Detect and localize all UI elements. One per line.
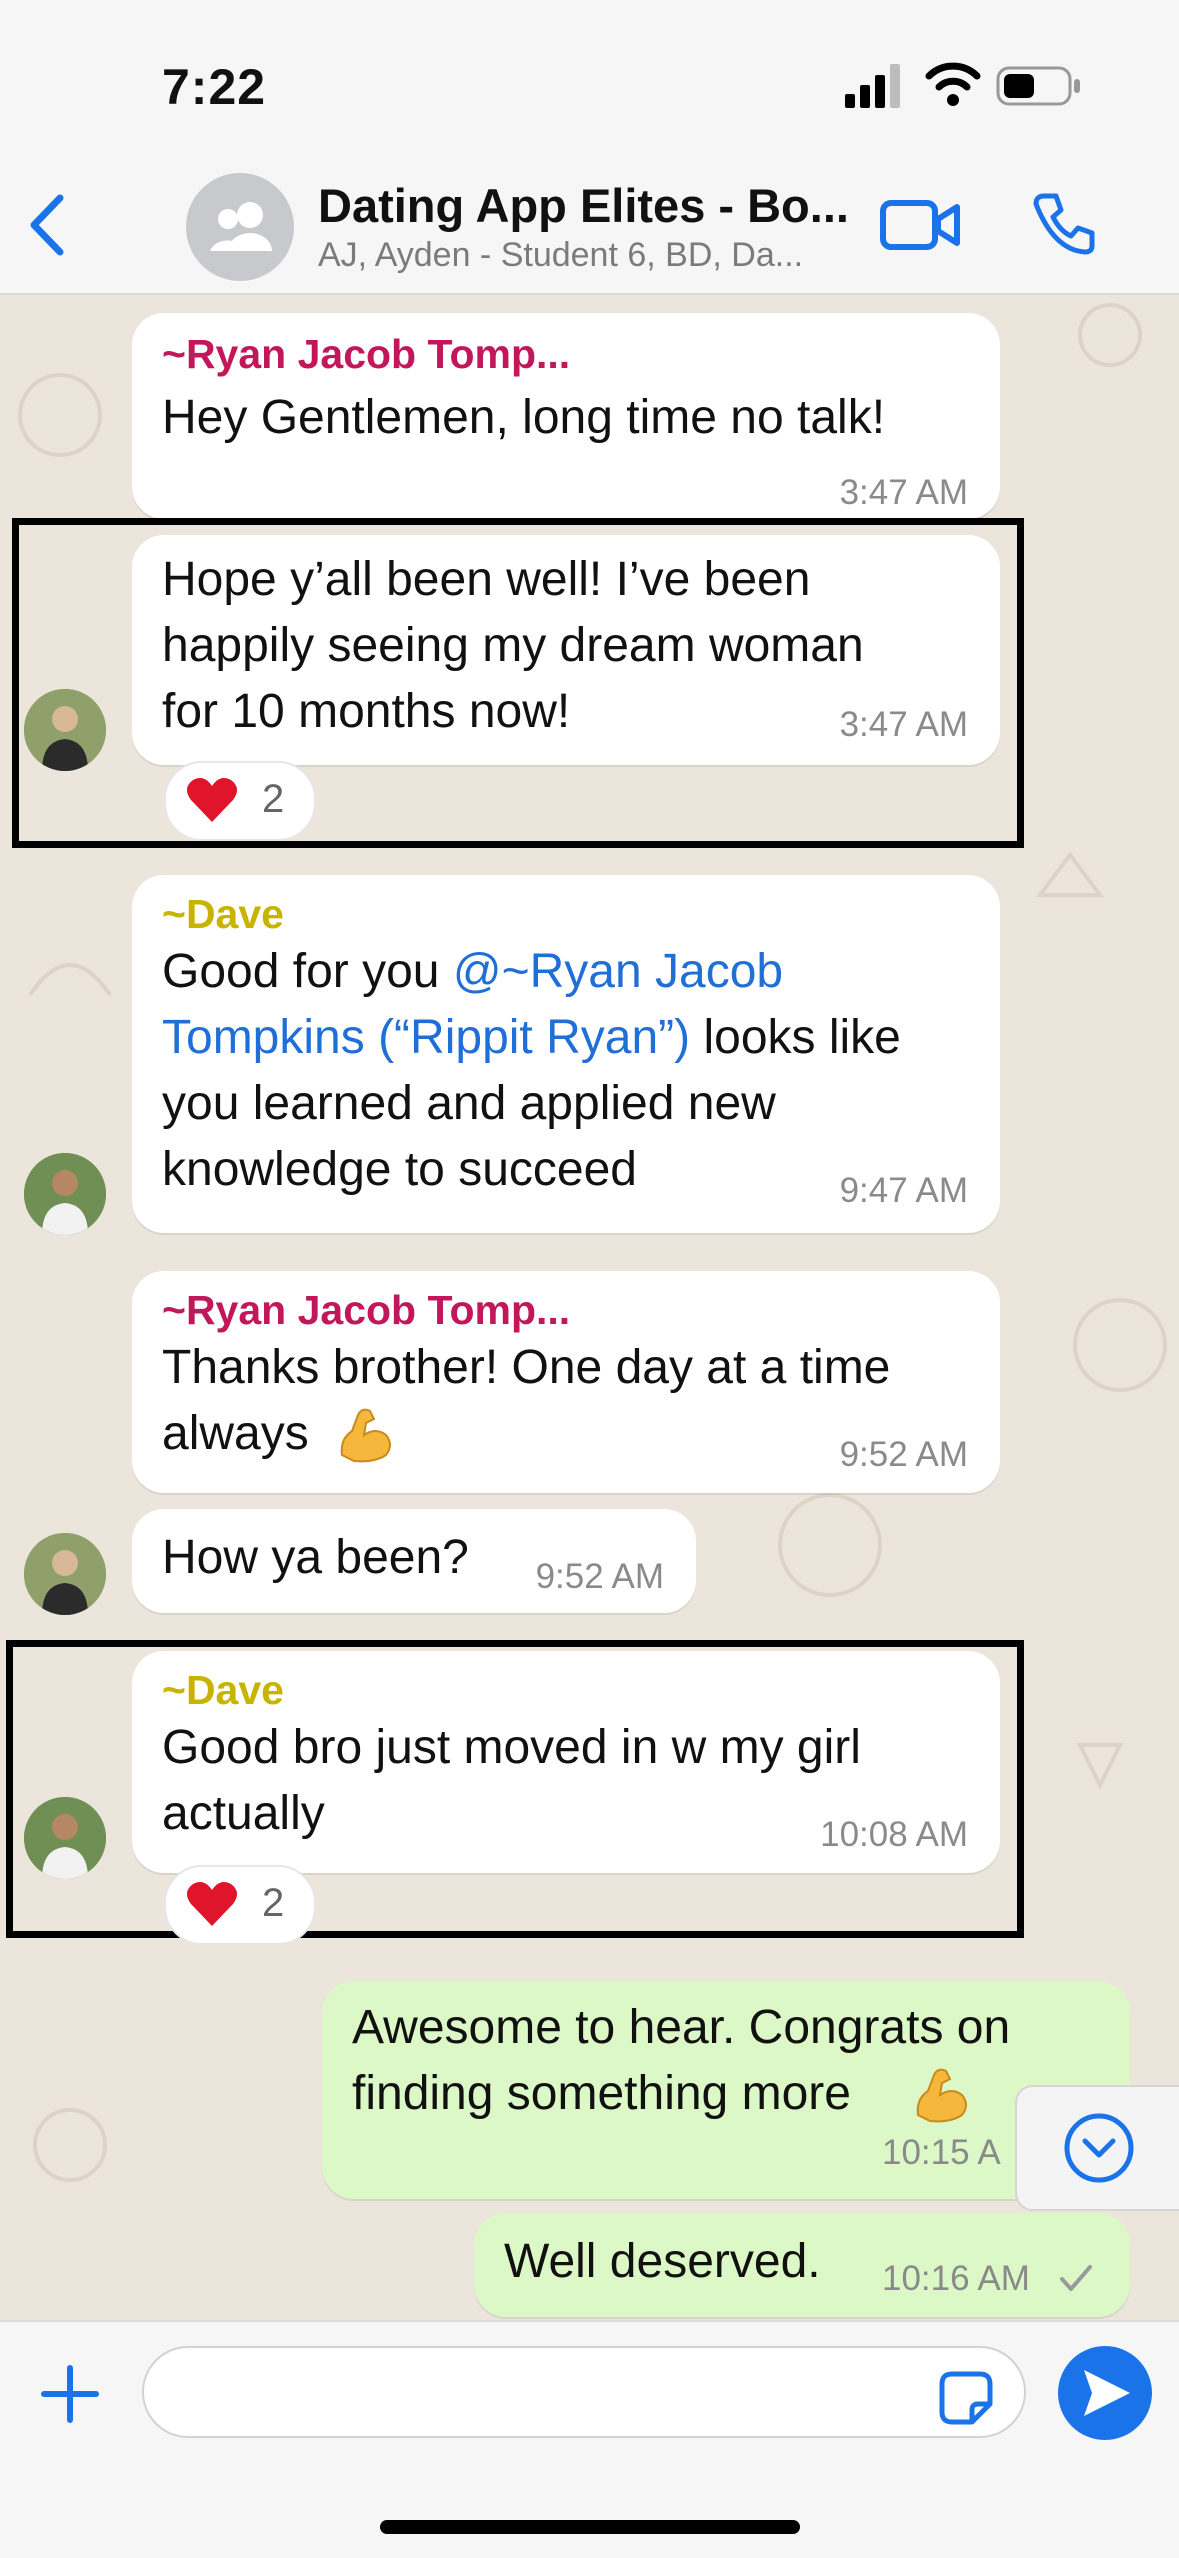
message-text-line: Good for you @~Ryan Jacob <box>162 939 783 1005</box>
message-bubble[interactable]: ~Dave Good for you @~Ryan Jacob Tompkins… <box>132 875 1000 1233</box>
group-people-icon <box>210 202 272 251</box>
outgoing-message-bubble[interactable]: Well deserved. 10:16 AM <box>474 2213 1130 2317</box>
reaction-pill[interactable]: 2 <box>164 761 316 841</box>
message-bubble[interactable]: Hope y’all been well! I’ve been happily … <box>132 535 1000 765</box>
message-text-line: Hope y’all been well! I’ve been <box>162 553 811 606</box>
message-bubble[interactable]: How ya been? 9:52 AM <box>132 1509 696 1613</box>
message-time: 9:47 AM <box>839 1171 968 1210</box>
sender-name[interactable]: ~Ryan Jacob Tomp... <box>162 331 570 378</box>
reaction-pill[interactable]: 2 <box>164 1865 316 1945</box>
chat-participants[interactable]: AJ, Ayden - Student 6, BD, Da... <box>318 236 858 275</box>
message-list[interactable]: ~Ryan Jacob Tomp... Hey Gentlemen, long … <box>0 295 1179 2320</box>
message-text-line: you learned and applied new <box>162 1077 776 1130</box>
message-input[interactable] <box>142 2346 1026 2438</box>
avatar-ryan[interactable] <box>24 1533 106 1615</box>
sender-name[interactable]: ~Ryan Jacob Tomp... <box>162 1287 570 1334</box>
red-heart-icon <box>186 778 238 822</box>
send-button[interactable] <box>1058 2346 1152 2440</box>
message-text-line: knowledge to succeed <box>162 1143 637 1196</box>
video-call-icon[interactable] <box>880 193 960 257</box>
wifi-icon <box>925 62 981 106</box>
flexed-biceps-icon <box>340 1408 391 1463</box>
message-text-line: actually <box>162 1787 325 1840</box>
message-text-line: Thanks brother! One day at a time <box>162 1341 891 1394</box>
sticker-icon[interactable] <box>938 2370 994 2426</box>
avatar-photo-icon <box>24 689 106 771</box>
reaction-count: 2 <box>262 1881 285 1925</box>
message-text-line: Good bro just moved in w my girl <box>162 1721 861 1774</box>
text-segment: Good for you <box>162 945 453 998</box>
avatar-dave[interactable] <box>24 1797 106 1879</box>
message-text-line: happily seeing my dream woman <box>162 619 864 672</box>
message-time: 9:52 AM <box>839 1435 968 1474</box>
voice-call-icon[interactable] <box>1030 190 1098 258</box>
avatar-photo-icon <box>24 1533 106 1615</box>
message-text-line: for 10 months now! <box>162 685 571 738</box>
reaction-count: 2 <box>262 777 285 821</box>
message-time: 3:47 AM <box>839 473 968 512</box>
message-text-line: Awesome to hear. Congrats on <box>352 2001 1011 2054</box>
message-text: Well deserved. <box>504 2235 821 2288</box>
red-heart-icon <box>186 1882 238 1926</box>
chat-title[interactable]: Dating App Elites - Bo... <box>318 178 858 233</box>
message-text-line: always <box>162 1407 309 1460</box>
message-composer <box>0 2320 1179 2558</box>
message-bubble[interactable]: ~Ryan Jacob Tomp... Hey Gentlemen, long … <box>132 313 1000 519</box>
chevron-down-circle-icon <box>1064 2113 1134 2183</box>
message-text-line: Tompkins (“Rippit Ryan”) looks like <box>162 1005 901 1071</box>
message-text: Hey Gentlemen, long time no talk! <box>162 391 886 444</box>
plus-icon[interactable] <box>40 2364 100 2424</box>
sender-name[interactable]: ~Dave <box>162 891 284 938</box>
mention-link[interactable]: Tompkins (“Rippit Ryan”) <box>162 1011 690 1064</box>
cellular-signal-icon <box>845 64 900 108</box>
sender-name[interactable]: ~Dave <box>162 1667 284 1714</box>
message-text-line: finding something more <box>352 2067 851 2120</box>
status-time: 7:22 <box>162 59 267 115</box>
flexed-biceps-icon <box>916 2068 967 2123</box>
message-text: How ya been? <box>162 1531 469 1584</box>
sent-check-icon <box>1060 2265 1092 2291</box>
group-avatar[interactable] <box>186 173 294 281</box>
text-segment: looks like <box>690 1011 901 1064</box>
battery-icon <box>996 66 1080 106</box>
avatar-photo-icon <box>24 1153 106 1235</box>
message-time: 3:47 AM <box>839 705 968 744</box>
message-time: 9:52 AM <box>535 1557 664 1596</box>
message-time: 10:08 AM <box>820 1815 968 1854</box>
scroll-to-bottom-button[interactable] <box>1015 2085 1179 2211</box>
message-bubble[interactable]: ~Ryan Jacob Tomp... Thanks brother! One … <box>132 1271 1000 1493</box>
avatar-photo-icon <box>24 1797 106 1879</box>
send-arrow-icon <box>1084 2370 1130 2416</box>
avatar-ryan[interactable] <box>24 689 106 771</box>
mention-link[interactable]: @~Ryan Jacob <box>453 945 783 998</box>
home-indicator <box>380 2520 800 2534</box>
avatar-dave[interactable] <box>24 1153 106 1235</box>
back-chevron-icon[interactable] <box>22 190 70 260</box>
message-time: 10:15 A <box>882 2133 1001 2172</box>
message-time: 10:16 AM <box>882 2259 1030 2298</box>
outgoing-message-bubble[interactable]: Awesome to hear. Congrats on finding som… <box>322 1981 1130 2199</box>
top-bar: 7:22 Dating App Elites - Bo... AJ, Ayden… <box>0 0 1179 295</box>
message-bubble[interactable]: ~Dave Good bro just moved in w my girl a… <box>132 1651 1000 1873</box>
